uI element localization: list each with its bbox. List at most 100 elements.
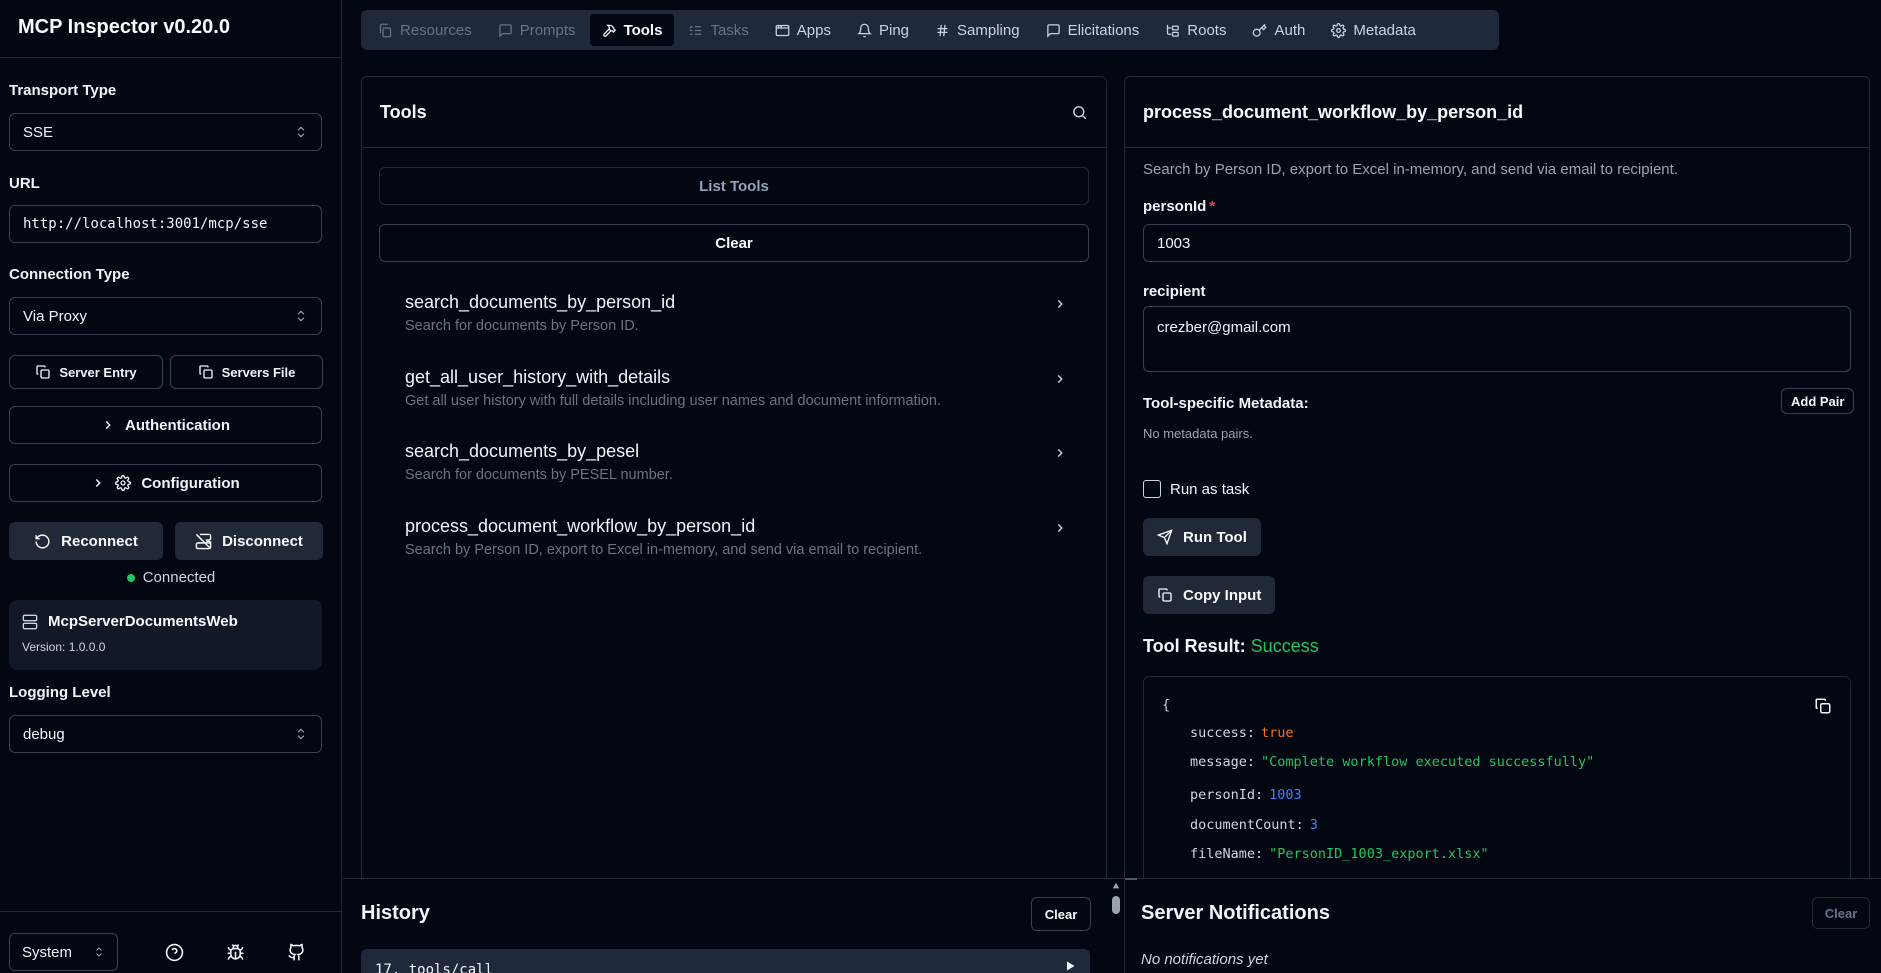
recipient-textarea[interactable]: crezber@gmail.com [1143,306,1851,372]
server-entry-label: Server Entry [59,364,137,380]
server-info-card: McpServerDocumentsWeb Version: 1.0.0.0 [9,600,322,670]
tools-panel: Tools List Tools Clear search_documents_… [361,76,1107,886]
server-icon [22,614,38,630]
tool-item-process-document-workflow-by-person-id[interactable]: process_document_workflow_by_person_id S… [379,509,1089,571]
tab-label: Ping [879,21,910,39]
url-label: URL [9,175,40,192]
tool-description: Search for documents by PESEL number. [405,467,673,483]
tab-apps[interactable]: Apps [763,14,843,46]
tool-description: Search for documents by Person ID. [405,318,639,334]
github-icon[interactable] [286,942,306,962]
bottom-divider [1124,880,1125,973]
server-notifications-title: Server Notifications [1141,902,1330,924]
json-line: message: "Complete workflow executed suc… [1190,754,1594,770]
run-as-task-row[interactable]: Run as task [1143,480,1249,498]
history-entry[interactable]: 17. tools/call [361,949,1090,973]
transport-type-select[interactable]: SSE [9,113,322,151]
tool-item-get-all-user-history-with-details[interactable]: get_all_user_history_with_details Get al… [379,360,1089,422]
tab-sampling[interactable]: Sampling [923,14,1032,46]
person-id-input[interactable]: 1003 [1143,224,1851,262]
connection-status: Connected [0,569,342,586]
no-metadata-text: No metadata pairs. [1143,426,1253,441]
json-value: 1003 [1269,787,1302,803]
tool-result-label: Tool Result: [1143,636,1246,656]
theme-select[interactable]: System [9,933,118,971]
transport-type-value: SSE [23,123,54,141]
list-check-icon [688,23,703,38]
bug-icon[interactable] [225,942,245,962]
search-icon[interactable] [1071,104,1088,121]
scroll-thumb[interactable] [1112,896,1120,914]
tab-label: Apps [796,21,831,39]
tools-panel-title: Tools [380,101,427,122]
history-clear-button[interactable]: Clear [1031,897,1091,931]
tool-item-search-documents-by-pesel[interactable]: search_documents_by_pesel Search for doc… [379,434,1089,496]
disconnect-button[interactable]: Disconnect [175,522,323,560]
tab-auth[interactable]: Auth [1240,14,1317,46]
tab-roots[interactable]: Roots [1153,14,1238,46]
server-entry-button[interactable]: Server Entry [9,355,163,389]
authentication-toggle[interactable]: Authentication [9,406,322,444]
run-tool-button[interactable]: Run Tool [1143,518,1261,556]
sidebar: MCP Inspector v0.20.0 Transport Type SSE… [0,0,342,973]
tool-detail-description: Search by Person ID, export to Excel in-… [1143,161,1678,178]
resize-handle[interactable] [1125,878,1137,880]
json-key: documentCount: [1190,817,1304,833]
url-input[interactable]: http://localhost:3001/mcp/sse [9,205,322,243]
run-as-task-checkbox[interactable] [1143,480,1161,498]
key-icon [1252,23,1268,38]
tab-label: Tasks [710,21,749,39]
hammer-icon [602,23,617,38]
chevron-right-icon [1053,372,1067,386]
copy-input-button[interactable]: Copy Input [1143,576,1276,614]
logging-level-select[interactable]: debug [9,715,322,753]
tab-label: Prompts [519,21,576,39]
chevrons-up-down-icon [294,309,308,323]
chevron-right-icon [1053,521,1067,535]
copy-icon [198,364,214,380]
json-line: fileName: "PersonID_1003_export.xlsx" [1190,846,1489,862]
reconnect-label: Reconnect [61,532,138,550]
gear-icon [1331,22,1347,38]
main-tabs: Resources Prompts Tools Tasks Apps Ping … [361,10,1499,50]
tab-elicitations[interactable]: Elicitations [1034,14,1152,46]
copy-icon [1157,587,1173,603]
servers-file-button[interactable]: Servers File [170,355,323,389]
chevron-right-icon [101,418,115,432]
tab-ping[interactable]: Ping [845,14,921,46]
connection-type-select[interactable]: Via Proxy [9,297,322,335]
tab-label: Metadata [1353,21,1416,39]
message-square-icon [1046,23,1061,38]
configuration-toggle[interactable]: Configuration [9,464,322,502]
reconnect-button[interactable]: Reconnect [9,522,163,560]
tab-label: Auth [1274,21,1306,39]
json-line: documentCount: 3 [1190,817,1318,833]
tab-resources[interactable]: Resources [366,14,484,46]
chevrons-up-down-icon [294,727,308,741]
tab-tools[interactable]: Tools [589,14,675,46]
send-icon [1157,529,1173,545]
chevron-right-icon [91,476,105,490]
connection-type-value: Via Proxy [23,307,87,325]
tab-prompts[interactable]: Prompts [486,14,588,46]
files-icon [378,23,393,38]
scroll-up-icon[interactable] [1112,882,1120,890]
tool-item-search-documents-by-person-id[interactable]: search_documents_by_person_id Search for… [379,285,1089,347]
recipient-label: recipient [1143,283,1206,300]
copy-result-icon[interactable] [1814,697,1832,715]
json-value: true [1261,725,1294,741]
tab-tasks[interactable]: Tasks [676,14,760,46]
notifications-clear-button[interactable]: Clear [1812,897,1870,929]
clear-tools-button[interactable]: Clear [379,224,1089,262]
person-id-label-text: personId [1143,198,1207,215]
chevron-right-icon [1053,446,1067,460]
help-icon[interactable] [164,942,184,962]
tool-name: search_documents_by_pesel [405,441,640,461]
add-pair-button[interactable]: Add Pair [1781,388,1855,414]
servers-file-label: Servers File [221,364,296,380]
tab-metadata[interactable]: Metadata [1319,14,1428,46]
history-scrollbar[interactable] [1109,880,1123,973]
tab-label: Elicitations [1067,21,1140,39]
list-tools-button[interactable]: List Tools [379,167,1089,205]
tool-name: search_documents_by_person_id [405,292,676,312]
